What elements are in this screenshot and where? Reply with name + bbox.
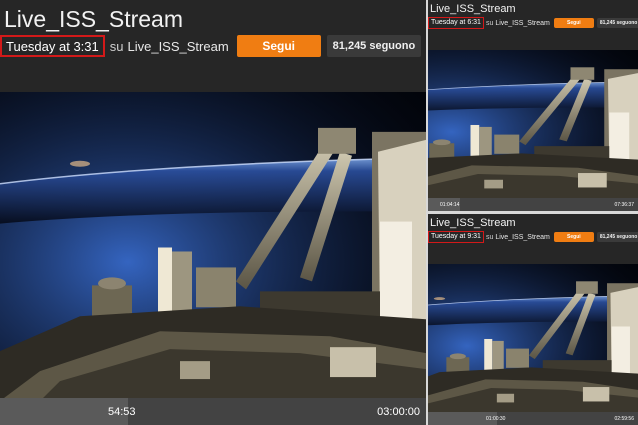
channel-link[interactable]: Live_ISS_Stream bbox=[495, 234, 549, 241]
panel-divider-horizontal bbox=[428, 211, 638, 214]
follow-button[interactable]: Segui bbox=[553, 18, 594, 28]
stream-header: Live_ISS_Stream Tuesday at 3:31 su Live_… bbox=[0, 0, 426, 92]
iss-video-frame bbox=[428, 50, 638, 199]
video-progress-bar[interactable]: 54:53 03:00:00 bbox=[0, 398, 426, 425]
follower-count: 81,245 seguono bbox=[596, 18, 638, 28]
stream-time-highlight: Tuesday at 3:31 bbox=[0, 35, 105, 57]
video-player[interactable] bbox=[428, 264, 638, 413]
stream-panel-large: Live_ISS_Stream Tuesday at 3:31 su Live_… bbox=[0, 0, 426, 425]
elapsed-time: 01:04:14 bbox=[440, 201, 460, 208]
stream-header: Live_ISS_Stream Tuesday at 9:31 su Live_… bbox=[428, 214, 638, 264]
stream-meta-row: Tuesday at 9:31 su Live_ISS_Stream Segui… bbox=[428, 231, 638, 243]
total-duration: 02:59:56 bbox=[614, 415, 634, 422]
follow-button[interactable]: Segui bbox=[236, 35, 321, 57]
su-label: su bbox=[485, 233, 494, 241]
channel-link[interactable]: Live_ISS_Stream bbox=[127, 39, 228, 54]
stream-header: Live_ISS_Stream Tuesday at 6:31 su Live_… bbox=[428, 0, 638, 50]
elapsed-time: 01:00:30 bbox=[486, 415, 506, 422]
iss-video-frame bbox=[0, 92, 426, 401]
stream-meta-row: Tuesday at 6:31 su Live_ISS_Stream Segui… bbox=[428, 17, 638, 29]
stream-panel-bottom-right: Live_ISS_Stream Tuesday at 9:31 su Live_… bbox=[428, 214, 638, 425]
stream-title[interactable]: Live_ISS_Stream bbox=[4, 6, 183, 33]
total-duration: 03:00:00 bbox=[377, 405, 420, 418]
stream-time-highlight: Tuesday at 6:31 bbox=[428, 17, 484, 29]
su-label: su bbox=[109, 38, 124, 54]
follow-button[interactable]: Segui bbox=[553, 232, 594, 242]
channel-link[interactable]: Live_ISS_Stream bbox=[495, 20, 549, 27]
stream-title[interactable]: Live_ISS_Stream bbox=[430, 217, 516, 229]
stream-time-highlight: Tuesday at 9:31 bbox=[428, 231, 484, 243]
follower-count: 81,245 seguono bbox=[326, 35, 422, 57]
video-player[interactable] bbox=[428, 50, 638, 199]
total-duration: 07:36:37 bbox=[614, 201, 634, 208]
video-progress-bar[interactable]: 01:00:30 02:59:56 bbox=[428, 412, 638, 425]
su-label: su bbox=[485, 19, 494, 27]
iss-video-frame bbox=[428, 264, 638, 413]
elapsed-time: 54:53 bbox=[108, 405, 136, 418]
video-progress-bar[interactable]: 01:04:14 07:36:37 bbox=[428, 198, 638, 211]
stream-title[interactable]: Live_ISS_Stream bbox=[430, 3, 516, 15]
video-player[interactable] bbox=[0, 92, 426, 401]
stream-panel-top-right: Live_ISS_Stream Tuesday at 6:31 su Live_… bbox=[428, 0, 638, 211]
follower-count: 81,245 seguono bbox=[596, 232, 638, 242]
stream-meta-row: Tuesday at 3:31 su Live_ISS_Stream Segui… bbox=[0, 35, 422, 57]
